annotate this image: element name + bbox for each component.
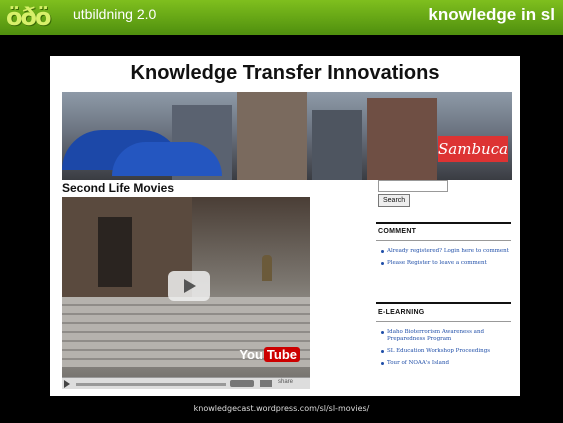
youtube-logo: You Tube [239, 347, 300, 362]
play-button[interactable] [168, 271, 210, 301]
video-scene-door [98, 217, 132, 287]
elearning-link-idaho[interactable]: Idaho Bioterrorism Awareness and Prepare… [380, 329, 510, 343]
building-shape [237, 92, 307, 180]
play-icon[interactable] [64, 380, 70, 388]
video-scene-avatar [262, 255, 272, 281]
banner-sign: Sambuca [438, 136, 508, 162]
comment-list: Already registered? Login here to commen… [380, 248, 510, 272]
elearning-link-workshop[interactable]: SL Education Workshop Proceedings [380, 348, 510, 355]
elearning-list: Idaho Bioterrorism Awareness and Prepare… [380, 329, 510, 372]
building-shape [312, 110, 362, 180]
url-caption: knowledgecast.wordpress.com/sl/sl-movies… [193, 404, 370, 413]
video-player[interactable]: You Tube share [62, 197, 310, 389]
video-controls: share [62, 377, 310, 389]
youtube-logo-tube: Tube [263, 347, 300, 362]
elearning-widget-title: E-LEARNING [378, 309, 425, 316]
comment-widget-title: COMMENT [378, 228, 417, 235]
widget-divider [376, 240, 511, 241]
widget-divider [376, 321, 511, 322]
search-button[interactable]: Search [378, 194, 411, 207]
widget-divider [376, 302, 511, 304]
seek-bar[interactable] [76, 383, 226, 386]
building-shape [367, 98, 437, 180]
search-input[interactable] [378, 180, 448, 192]
site-title: Knowledge Transfer Innovations [130, 62, 440, 84]
umbrella-shape [112, 142, 222, 176]
widget-divider [376, 222, 511, 224]
comment-link-login[interactable]: Already registered? Login here to commen… [380, 248, 510, 255]
web-page: Knowledge Transfer Innovations Sambuca S… [50, 56, 520, 396]
comment-link-register[interactable]: Please Register to leave a comment [380, 260, 510, 267]
logo: öðö [6, 3, 51, 31]
time-display [230, 380, 254, 387]
banner-image: Sambuca [62, 92, 512, 180]
slide-title: knowledge in sl [428, 5, 555, 24]
brand-label: utbildning 2.0 [73, 6, 157, 22]
elearning-link-noaa[interactable]: Tour of NOAA's Island [380, 360, 510, 367]
youtube-logo-you: You [239, 347, 263, 362]
share-button[interactable]: share [278, 379, 293, 385]
slide-header: öðö utbildning 2.0 knowledge in sl [0, 0, 563, 35]
section-heading: Second Life Movies [62, 181, 175, 195]
volume-icon[interactable] [260, 380, 272, 387]
